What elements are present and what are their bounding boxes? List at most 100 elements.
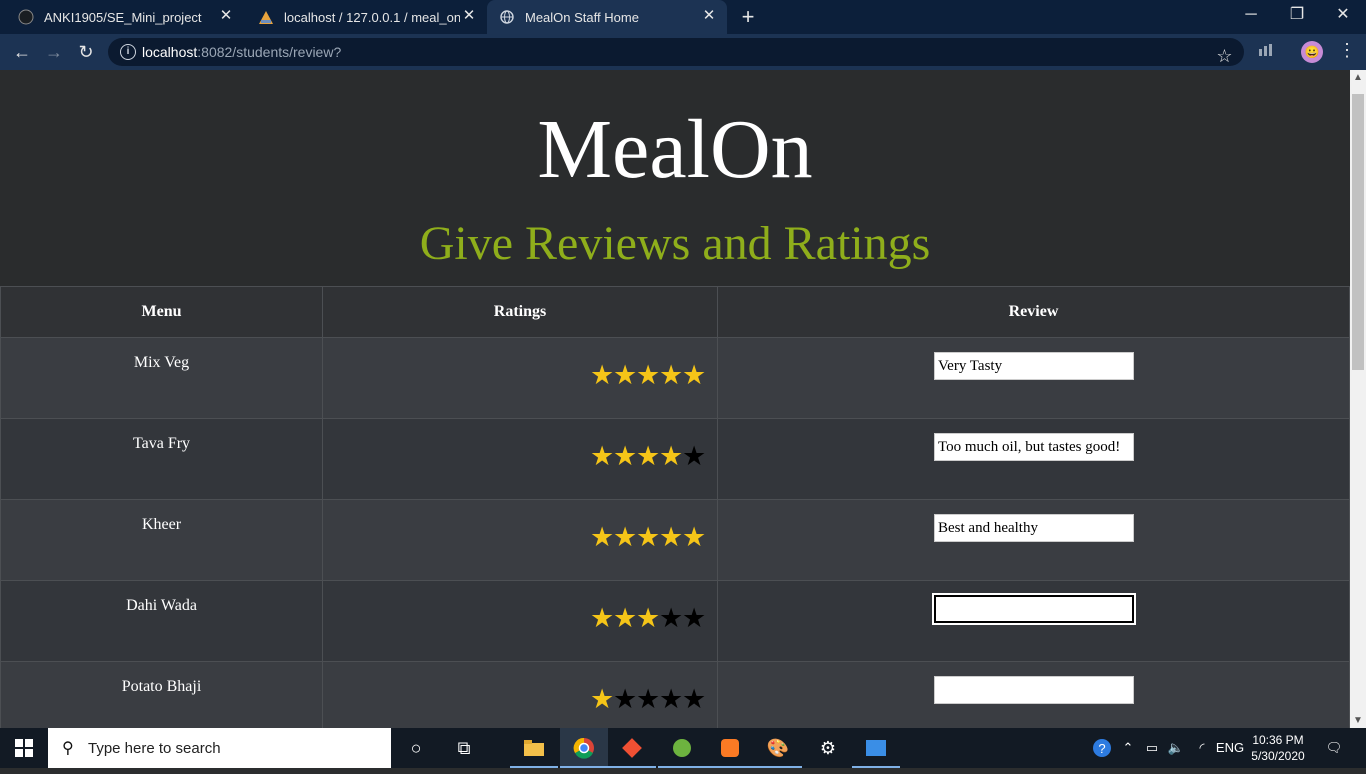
tab-github[interactable]: ANKI1905/SE_Mini_project ✕ — [0, 0, 244, 34]
forward-arrow-icon[interactable]: → — [42, 40, 66, 64]
review-input[interactable] — [934, 676, 1134, 704]
taskbar-search-box[interactable]: ⚲ Type here to search — [48, 728, 391, 768]
clock-time: 10:36 PM — [1252, 733, 1304, 747]
globe-icon — [499, 9, 515, 25]
new-tab-button[interactable]: + — [736, 5, 760, 29]
star-filled-icon[interactable]: ★ — [613, 522, 637, 552]
browser-tab-strip: ANKI1905/SE_Mini_project ✕ localhost / 1… — [0, 0, 1366, 34]
tab-mealon[interactable]: MealOn Staff Home ✕ — [487, 0, 727, 34]
review-input[interactable] — [934, 514, 1134, 542]
star-filled-icon[interactable]: ★ — [659, 522, 683, 552]
vertical-scrollbar[interactable]: ▲ ▼ — [1350, 70, 1366, 728]
header-menu: Menu — [0, 286, 323, 338]
table-row: Kheer ★ ★ ★ ★ ★ — [0, 499, 1350, 581]
volume-icon[interactable]: 🔈 — [1166, 728, 1186, 768]
table-row: Tava Fry ★ ★ ★ ★ ★ — [0, 418, 1350, 500]
scroll-down-arrow-icon[interactable]: ▼ — [1353, 715, 1363, 726]
star-filled-icon[interactable]: ★ — [659, 441, 683, 471]
close-icon[interactable]: ✕ — [218, 8, 234, 24]
star-filled-icon[interactable]: ★ — [682, 360, 706, 390]
review-input[interactable] — [932, 593, 1136, 625]
star-filled-icon[interactable]: ★ — [590, 360, 614, 390]
close-icon[interactable]: ✕ — [701, 8, 717, 24]
star-rating[interactable]: ★ ★ ★ ★ ★ — [590, 603, 706, 633]
windows-start-icon[interactable] — [0, 728, 48, 768]
browser-toolbar: ← → ↻ i localhost:8082/students/review? … — [0, 34, 1366, 70]
minimize-button[interactable]: ─ — [1228, 0, 1274, 30]
search-placeholder: Type here to search — [88, 740, 221, 757]
restore-button[interactable]: ❐ — [1274, 0, 1320, 30]
star-empty-icon[interactable]: ★ — [636, 684, 660, 714]
github-icon — [18, 9, 34, 25]
page-content: MealOn Give Reviews and Ratings Menu Rat… — [0, 70, 1350, 728]
cortana-icon[interactable]: ○ — [392, 728, 440, 768]
info-icon[interactable]: i — [120, 44, 136, 60]
scroll-up-arrow-icon[interactable]: ▲ — [1353, 72, 1363, 83]
phpmyadmin-icon — [258, 9, 274, 25]
paint-icon[interactable]: 🎨 — [754, 728, 802, 768]
profile-avatar[interactable]: 😀 — [1301, 41, 1323, 63]
back-arrow-icon[interactable]: ← — [10, 40, 34, 64]
language-indicator[interactable]: ENG — [1214, 728, 1246, 768]
dish-name: Mix Veg — [133, 354, 190, 371]
star-rating[interactable]: ★ ★ ★ ★ ★ — [590, 360, 706, 390]
table-row: Mix Veg ★ ★ ★ ★ ★ — [0, 337, 1350, 419]
notification-icon[interactable]: 🗨 — [1322, 728, 1346, 768]
tab-title: MealOn Staff Home — [525, 9, 639, 25]
wifi-icon[interactable]: ◜ — [1192, 728, 1212, 768]
tab-title: ANKI1905/SE_Mini_project — [44, 9, 202, 25]
reload-icon[interactable]: ↻ — [74, 40, 98, 64]
review-input[interactable] — [934, 352, 1134, 380]
extension-icon[interactable] — [1255, 40, 1279, 64]
star-empty-icon[interactable]: ★ — [682, 603, 706, 633]
star-filled-icon[interactable]: ★ — [636, 603, 660, 633]
star-filled-icon[interactable]: ★ — [590, 441, 614, 471]
star-empty-icon[interactable]: ★ — [682, 441, 706, 471]
star-filled-icon[interactable]: ★ — [590, 684, 614, 714]
star-filled-icon[interactable]: ★ — [682, 522, 706, 552]
address-bar[interactable]: i localhost:8082/students/review? ☆ — [108, 38, 1244, 66]
star-filled-icon[interactable]: ★ — [613, 441, 637, 471]
reviews-table: Menu Ratings Review Mix Veg ★★★★★ Tava F… — [0, 286, 1350, 728]
windows-taskbar: ⚲ Type here to search ○ ⧉ 🎨 ⚙ ? ⌃ ▭ 🔈 ◜ … — [0, 728, 1366, 768]
close-icon[interactable]: ✕ — [461, 8, 477, 24]
star-filled-icon[interactable]: ★ — [613, 603, 637, 633]
tab-title: localhost / 127.0.0.1 / meal_on / — [284, 9, 460, 25]
star-filled-icon[interactable]: ★ — [590, 603, 614, 633]
clock-date: 5/30/2020 — [1251, 749, 1305, 763]
task-view-icon[interactable]: ⧉ — [440, 728, 488, 768]
star-filled-icon[interactable]: ★ — [636, 522, 660, 552]
star-empty-icon[interactable]: ★ — [613, 684, 637, 714]
dish-name: Tava Fry — [132, 435, 191, 452]
close-window-button[interactable]: ✕ — [1320, 0, 1366, 30]
star-empty-icon[interactable]: ★ — [682, 684, 706, 714]
star-empty-icon[interactable]: ★ — [659, 684, 683, 714]
star-rating[interactable]: ★ ★ ★ ★ ★ — [590, 441, 706, 471]
chevron-up-icon[interactable]: ⌃ — [1120, 728, 1136, 768]
star-filled-icon[interactable]: ★ — [613, 360, 637, 390]
scrollbar-thumb[interactable] — [1352, 94, 1364, 370]
table-header-row: Menu Ratings Review — [0, 286, 1350, 338]
control-panel-icon[interactable] — [852, 728, 900, 768]
tab-phpmyadmin[interactable]: localhost / 127.0.0.1 / meal_on / ✕ — [244, 0, 487, 34]
taskbar-clock[interactable]: 10:36 PM 5/30/2020 — [1248, 732, 1308, 764]
star-filled-icon[interactable]: ★ — [659, 360, 683, 390]
help-icon[interactable]: ? — [1090, 728, 1114, 768]
menu-kebab-icon[interactable]: ⋮ — [1338, 40, 1356, 61]
star-rating[interactable]: ★ ★ ★ ★ ★ — [590, 522, 706, 552]
spring-icon[interactable] — [658, 728, 706, 768]
git-icon[interactable] — [608, 728, 656, 768]
star-empty-icon[interactable]: ★ — [659, 603, 683, 633]
settings-gear-icon[interactable]: ⚙ — [804, 728, 852, 768]
star-filled-icon[interactable]: ★ — [636, 441, 660, 471]
battery-icon[interactable]: ▭ — [1142, 728, 1162, 768]
chrome-icon[interactable] — [560, 728, 608, 768]
star-filled-icon[interactable]: ★ — [590, 522, 614, 552]
xampp-icon[interactable] — [706, 728, 754, 768]
page-subtitle: Give Reviews and Ratings — [419, 217, 931, 270]
star-rating[interactable]: ★ ★ ★ ★ ★ — [590, 684, 706, 714]
review-input[interactable] — [934, 433, 1134, 461]
file-explorer-icon[interactable] — [510, 728, 558, 768]
star-filled-icon[interactable]: ★ — [636, 360, 660, 390]
bookmark-star-icon[interactable]: ☆ — [1213, 41, 1236, 71]
